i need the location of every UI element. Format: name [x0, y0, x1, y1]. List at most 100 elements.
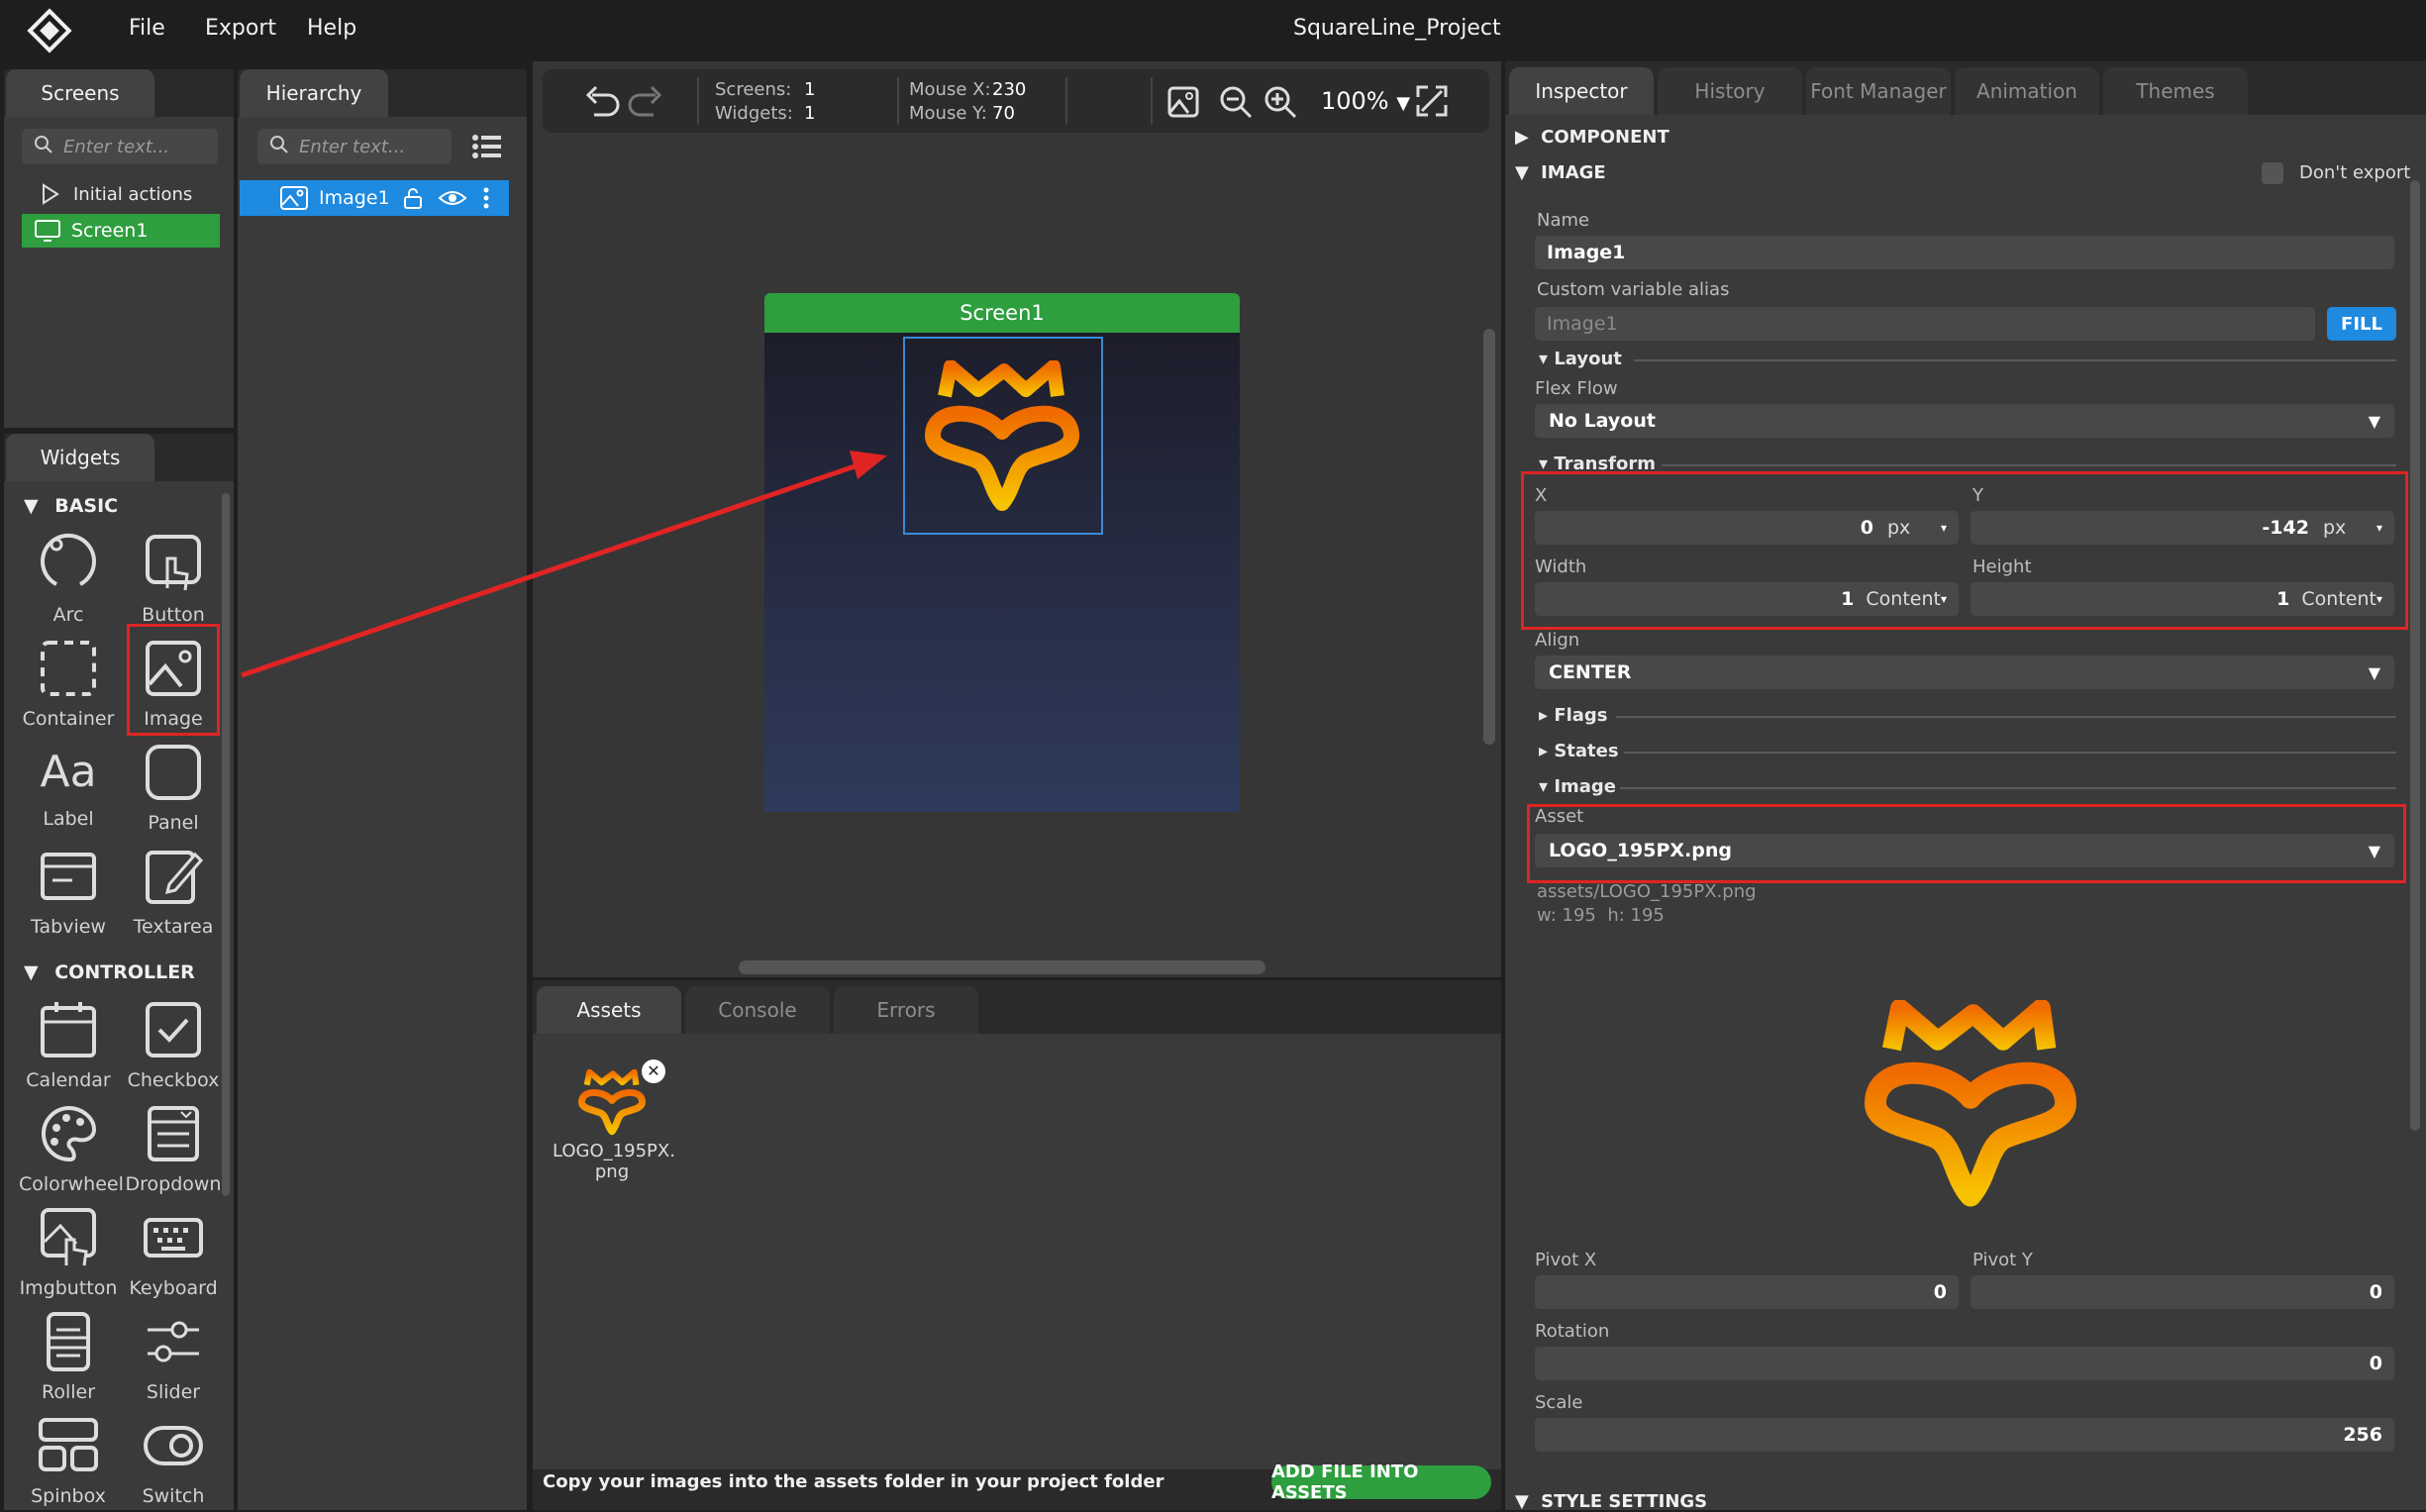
screens-count-label: Screens: — [715, 79, 792, 100]
tab-assets[interactable]: Assets — [537, 986, 681, 1034]
fill-button[interactable]: FILL — [2327, 307, 2396, 341]
screen-title-bar[interactable]: Screen1 — [764, 293, 1240, 333]
screens-search-input[interactable]: Enter text... — [22, 129, 218, 164]
remove-asset-icon[interactable]: ✕ — [642, 1059, 665, 1083]
device-screen[interactable] — [764, 333, 1240, 812]
widget-container[interactable]: Container — [19, 637, 118, 730]
widget-textarea[interactable]: Textarea — [124, 845, 223, 938]
name-input[interactable]: Image1 — [1535, 236, 2394, 269]
section-component[interactable]: ▶ COMPONENT — [1515, 127, 1669, 148]
widget-calendar[interactable]: Calendar — [19, 998, 118, 1091]
align-value: CENTER — [1549, 661, 1632, 683]
tab-inspector[interactable]: Inspector — [1509, 67, 1654, 115]
menu-help[interactable]: Help — [307, 16, 356, 41]
widget-checkbox[interactable]: Checkbox — [124, 998, 223, 1091]
rotation-input[interactable]: 0 — [1535, 1347, 2394, 1380]
section-controller-label: CONTROLLER — [54, 961, 195, 983]
imgbutton-icon — [41, 1208, 96, 1266]
mouse-x-label: Mouse X: — [909, 79, 991, 100]
hierarchy-search-input[interactable]: Enter text... — [257, 129, 452, 164]
screens-item-screen1[interactable]: Screen1 — [22, 214, 220, 248]
widget-label-item[interactable]: Aa Label — [19, 741, 118, 830]
flex-flow-label: Flex Flow — [1535, 378, 1618, 399]
asset-path: assets/LOGO_195PX.png — [1537, 881, 1757, 902]
canvas-hscrollbar[interactable] — [739, 960, 1265, 974]
scale-input[interactable]: 256 — [1535, 1418, 2394, 1452]
section-basic[interactable]: ▼ BASIC — [24, 495, 118, 517]
menu-file[interactable]: File — [129, 16, 165, 41]
alias-input[interactable]: Image1 — [1535, 307, 2315, 341]
label-aa-icon: Aa — [40, 747, 97, 797]
widget-slider[interactable]: Slider — [124, 1310, 223, 1403]
widget-label: Tabview — [31, 916, 106, 938]
tab-widgets[interactable]: Widgets — [6, 434, 154, 481]
widget-dropdown[interactable]: Dropdown — [124, 1102, 223, 1195]
app-logo-icon[interactable] — [26, 7, 73, 54]
widget-label: Switch — [142, 1485, 205, 1507]
add-file-button[interactable]: ADD FILE INTO ASSETS — [1271, 1462, 1491, 1503]
undo-icon[interactable] — [582, 83, 622, 119]
widget-switch[interactable]: Switch — [124, 1414, 223, 1507]
mouse-y-value: 70 — [992, 103, 1015, 124]
widget-label: Imgbutton — [19, 1277, 118, 1299]
widget-keyboard[interactable]: Keyboard — [124, 1206, 223, 1299]
pivot-y-input[interactable]: 0 — [1971, 1275, 2394, 1309]
tab-history[interactable]: History — [1658, 67, 1802, 115]
slider-icon — [148, 1321, 199, 1362]
widget-tabview[interactable]: Tabview — [19, 845, 118, 938]
widget-colorwheel[interactable]: Colorwheel — [19, 1102, 124, 1195]
unlock-icon[interactable] — [402, 186, 424, 210]
image-props-toggle[interactable]: ▾ Image — [1539, 776, 1616, 797]
tab-font-manager[interactable]: Font Manager — [1806, 67, 1951, 115]
canvas-vscrollbar[interactable] — [1483, 329, 1495, 745]
inspector-scrollbar[interactable] — [2410, 180, 2420, 1131]
zoom-in-icon[interactable] — [1264, 85, 1297, 119]
widget-roller[interactable]: Roller — [19, 1310, 118, 1403]
tab-console[interactable]: Console — [685, 986, 830, 1034]
flex-flow-select[interactable]: No Layout ▼ — [1535, 404, 2394, 438]
widget-panel[interactable]: Panel — [124, 741, 223, 834]
eye-icon[interactable] — [438, 188, 467, 208]
widget-label: Checkbox — [127, 1069, 220, 1091]
flags-toggle[interactable]: ▸ Flags — [1539, 705, 1608, 726]
layout-toggle[interactable]: ▾ Layout — [1539, 349, 1622, 369]
tabview-icon — [41, 853, 96, 900]
tab-hierarchy[interactable]: Hierarchy — [240, 69, 388, 117]
list-view-icon[interactable] — [471, 133, 503, 160]
widgets-scrollbar[interactable] — [222, 493, 230, 1196]
background-image-icon[interactable] — [1166, 85, 1200, 119]
chevron-down-icon: ▼ — [2368, 662, 2380, 682]
align-select[interactable]: CENTER ▼ — [1535, 655, 2394, 689]
section-style-settings[interactable]: ▼ STYLE SETTINGS — [1515, 1491, 1707, 1512]
fullscreen-icon[interactable] — [1414, 83, 1450, 119]
widget-label: Arc — [52, 604, 84, 626]
redo-icon[interactable] — [626, 83, 665, 119]
states-toggle[interactable]: ▸ States — [1539, 741, 1619, 761]
asset-name: LOGO_195PX. — [553, 1141, 675, 1161]
inspector-panel: Inspector History Font Manager Animation… — [1505, 61, 2426, 1512]
image1-selection[interactable] — [903, 337, 1103, 535]
dont-export-checkbox[interactable] — [2262, 162, 2283, 184]
widget-imgbutton[interactable]: Imgbutton — [19, 1206, 118, 1299]
menu-bar: File Export Help SquareLine_Project — [0, 0, 2426, 61]
pivot-x-input[interactable]: 0 — [1535, 1275, 1959, 1309]
screens-item-initial-actions[interactable]: Initial actions — [22, 178, 220, 210]
tab-themes[interactable]: Themes — [2103, 67, 2248, 115]
search-icon — [269, 135, 289, 159]
tab-errors[interactable]: Errors — [834, 986, 978, 1034]
zoom-out-icon[interactable] — [1219, 85, 1253, 119]
section-image[interactable]: ▼ IMAGE — [1515, 162, 1606, 183]
menu-export[interactable]: Export — [205, 16, 276, 41]
widget-spinbox[interactable]: Spinbox — [19, 1414, 118, 1507]
more-vertical-icon[interactable] — [481, 186, 491, 210]
canvas-area[interactable]: Screens: 1 Widgets: 1 Mouse X: 230 Mouse… — [533, 61, 1501, 977]
tab-animation[interactable]: Animation — [1955, 67, 2099, 115]
screens-item-label: Initial actions — [73, 183, 193, 205]
widget-button[interactable]: Button — [124, 533, 223, 626]
widget-arc[interactable]: Arc — [19, 533, 118, 626]
tab-screens[interactable]: Screens — [6, 69, 154, 117]
hierarchy-item-image1[interactable]: Image1 — [240, 180, 509, 216]
section-controller[interactable]: ▼ CONTROLLER — [24, 961, 195, 983]
zoom-level-dropdown[interactable]: 100% ▼ — [1321, 87, 1410, 115]
arc-icon — [41, 534, 96, 586]
